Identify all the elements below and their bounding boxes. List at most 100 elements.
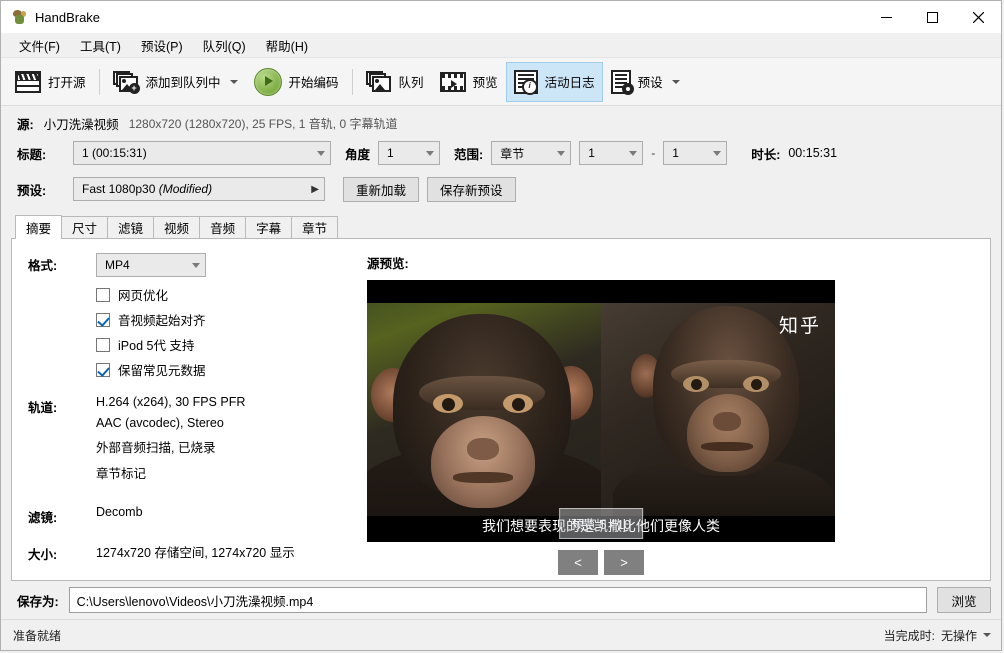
queue-button[interactable]: 队列: [358, 62, 432, 102]
browse-button[interactable]: 浏览: [937, 587, 991, 613]
start-encode-button[interactable]: 开始编码: [246, 62, 347, 102]
chevron-down-icon[interactable]: [230, 80, 238, 84]
tab-summary[interactable]: 摘要: [15, 215, 62, 239]
destination-path-value: C:\Users\lenovo\Videos\小刀洗澡视频.mp4: [77, 591, 314, 610]
tab-dimensions[interactable]: 尺寸: [61, 216, 108, 238]
format-select[interactable]: MP4: [96, 253, 206, 277]
chevron-right-icon: ▶: [311, 184, 319, 195]
menu-queue[interactable]: 队列(Q): [193, 33, 256, 58]
clapperboard-icon: [15, 71, 41, 93]
chapter-end-select[interactable]: 1: [663, 141, 727, 165]
format-row: 格式: MP4: [28, 253, 357, 277]
checkbox-label: 音视频起始对齐: [118, 310, 206, 329]
menu-presets[interactable]: 预设(P): [131, 33, 193, 58]
preset-row: 预设: Fast 1080p30 (Modified) ▶ 重新加载 保存新预设: [1, 172, 1001, 206]
start-encode-label: 开始编码: [289, 72, 339, 91]
destination-path-input[interactable]: C:\Users\lenovo\Videos\小刀洗澡视频.mp4: [69, 587, 927, 613]
menu-help[interactable]: 帮助(H): [256, 33, 318, 58]
close-icon[interactable]: [955, 1, 1001, 33]
film-play-icon: [440, 72, 466, 92]
tab-chapters[interactable]: 章节: [291, 216, 338, 238]
chevron-down-icon: [426, 151, 434, 156]
tab-filters[interactable]: 滤镜: [107, 216, 154, 238]
size-label: 大小:: [28, 542, 96, 563]
checkbox-label: iPod 5代 支持: [118, 335, 194, 354]
size-row: 大小: 1274x720 存储空间, 1274x720 显示: [28, 542, 357, 563]
checkbox-ipod-5g-support[interactable]: iPod 5代 支持: [96, 335, 357, 354]
track-item: H.264 (x264), 30 FPS PFR: [96, 395, 245, 409]
chevron-down-icon: [713, 151, 721, 156]
tracks-list: H.264 (x264), 30 FPS PFR AAC (avcodec), …: [96, 395, 245, 489]
preset-select[interactable]: Fast 1080p30 (Modified) ▶: [73, 177, 325, 201]
tracks-label: 轨道:: [28, 395, 96, 489]
minimize-icon[interactable]: [863, 1, 909, 33]
preview-button[interactable]: 预览: [432, 62, 506, 102]
range-select-value: 章节: [500, 145, 524, 162]
toolbar-separator-1: [99, 69, 100, 95]
chevron-down-icon[interactable]: [983, 633, 991, 637]
checkbox-passthru-metadata[interactable]: 保留常见元数据: [96, 360, 357, 379]
chapter-end-value: 1: [672, 146, 679, 160]
title-bar: HandBrake: [1, 1, 1001, 33]
presets-button[interactable]: 预设: [603, 62, 688, 102]
activity-log-button[interactable]: i 活动日志: [506, 62, 603, 102]
preview-label: 预览: [473, 72, 498, 91]
reload-preset-button[interactable]: 重新加载: [343, 177, 419, 202]
tab-audio[interactable]: 音频: [199, 216, 246, 238]
duration-value: 00:15:31: [788, 146, 837, 160]
chevron-down-icon: [192, 263, 200, 268]
chevron-down-icon[interactable]: [672, 80, 680, 84]
queue-label: 队列: [399, 72, 424, 91]
track-item: AAC (avcodec), Stereo: [96, 416, 245, 430]
checkbox-web-optimized[interactable]: 网页优化: [96, 285, 357, 304]
add-to-queue-button[interactable]: + 添加到队列中: [105, 62, 246, 102]
track-item: 章节标记: [96, 463, 245, 482]
tab-video[interactable]: 视频: [153, 216, 200, 238]
source-row: 源: 小刀洗澡视频 1280x720 (1280x720), 25 FPS, 1…: [1, 110, 1001, 136]
activity-log-label: 活动日志: [545, 72, 595, 91]
checkbox-align-av-start[interactable]: 音视频起始对齐: [96, 310, 357, 329]
add-image-stack-icon: +: [113, 71, 139, 93]
preview-image[interactable]: 知乎 我们想要表现的是凯撒比他们更像人类 预览 5 / 10: [367, 280, 835, 542]
checkbox-box: [96, 288, 110, 302]
source-meta: 1280x720 (1280x720), 25 FPS, 1 音轨, 0 字幕轨…: [129, 115, 398, 132]
when-done-control[interactable]: 当完成时: 无操作: [884, 627, 991, 644]
preset-document-gear-icon: [611, 70, 631, 94]
tracks-row: 轨道: H.264 (x264), 30 FPS PFR AAC (avcode…: [28, 395, 357, 489]
menu-tools[interactable]: 工具(T): [70, 33, 131, 58]
summary-panel: 格式: MP4 网页优化 音视频起始对齐 iPod 5代 支持: [11, 238, 991, 581]
preset-modified-flag: (Modified): [159, 182, 212, 196]
save-as-label: 保存为:: [17, 591, 59, 610]
main-toolbar: 打开源 + 添加到队列中 开始编码 队列 预览 i: [1, 57, 1001, 106]
filters-row: 滤镜: Decomb: [28, 505, 357, 526]
checkbox-box-checked: [96, 363, 110, 377]
summary-column: 格式: MP4 网页优化 音视频起始对齐 iPod 5代 支持: [12, 253, 357, 580]
angle-select-value: 1: [387, 146, 394, 160]
next-preview-button[interactable]: >: [604, 550, 644, 575]
maximize-icon[interactable]: [909, 1, 955, 33]
chapter-start-select[interactable]: 1: [579, 141, 643, 165]
preset-select-value: Fast 1080p30: [82, 182, 155, 196]
open-source-button[interactable]: 打开源: [7, 62, 94, 102]
filters-value: Decomb: [96, 505, 143, 526]
save-as-row: 保存为: C:\Users\lenovo\Videos\小刀洗澡视频.mp4 浏…: [1, 581, 1001, 619]
angle-select[interactable]: 1: [378, 141, 440, 165]
previous-preview-button[interactable]: <: [558, 550, 598, 575]
zhihu-watermark: 知乎: [779, 311, 821, 338]
chapter-range-dash: -: [651, 146, 655, 160]
chevron-down-icon: [557, 151, 565, 156]
range-select[interactable]: 章节: [491, 141, 571, 165]
title-select[interactable]: 1 (00:15:31): [73, 141, 331, 165]
track-item: 外部音频扫描, 已烧录: [96, 437, 245, 456]
preview-nav-row: < >: [367, 550, 835, 575]
preview-title: 源预览:: [367, 253, 976, 272]
preset-label: 预设:: [17, 180, 65, 199]
menu-file[interactable]: 文件(F): [9, 33, 70, 58]
chevron-down-icon: [629, 151, 637, 156]
save-new-preset-button[interactable]: 保存新预设: [427, 177, 516, 202]
format-options: 网页优化 音视频起始对齐 iPod 5代 支持 保留常见元数据: [96, 285, 357, 379]
checkbox-box: [96, 338, 110, 352]
filters-label: 滤镜:: [28, 505, 96, 526]
size-value: 1274x720 存储空间, 1274x720 显示: [96, 542, 295, 563]
tab-subtitles[interactable]: 字幕: [245, 216, 292, 238]
